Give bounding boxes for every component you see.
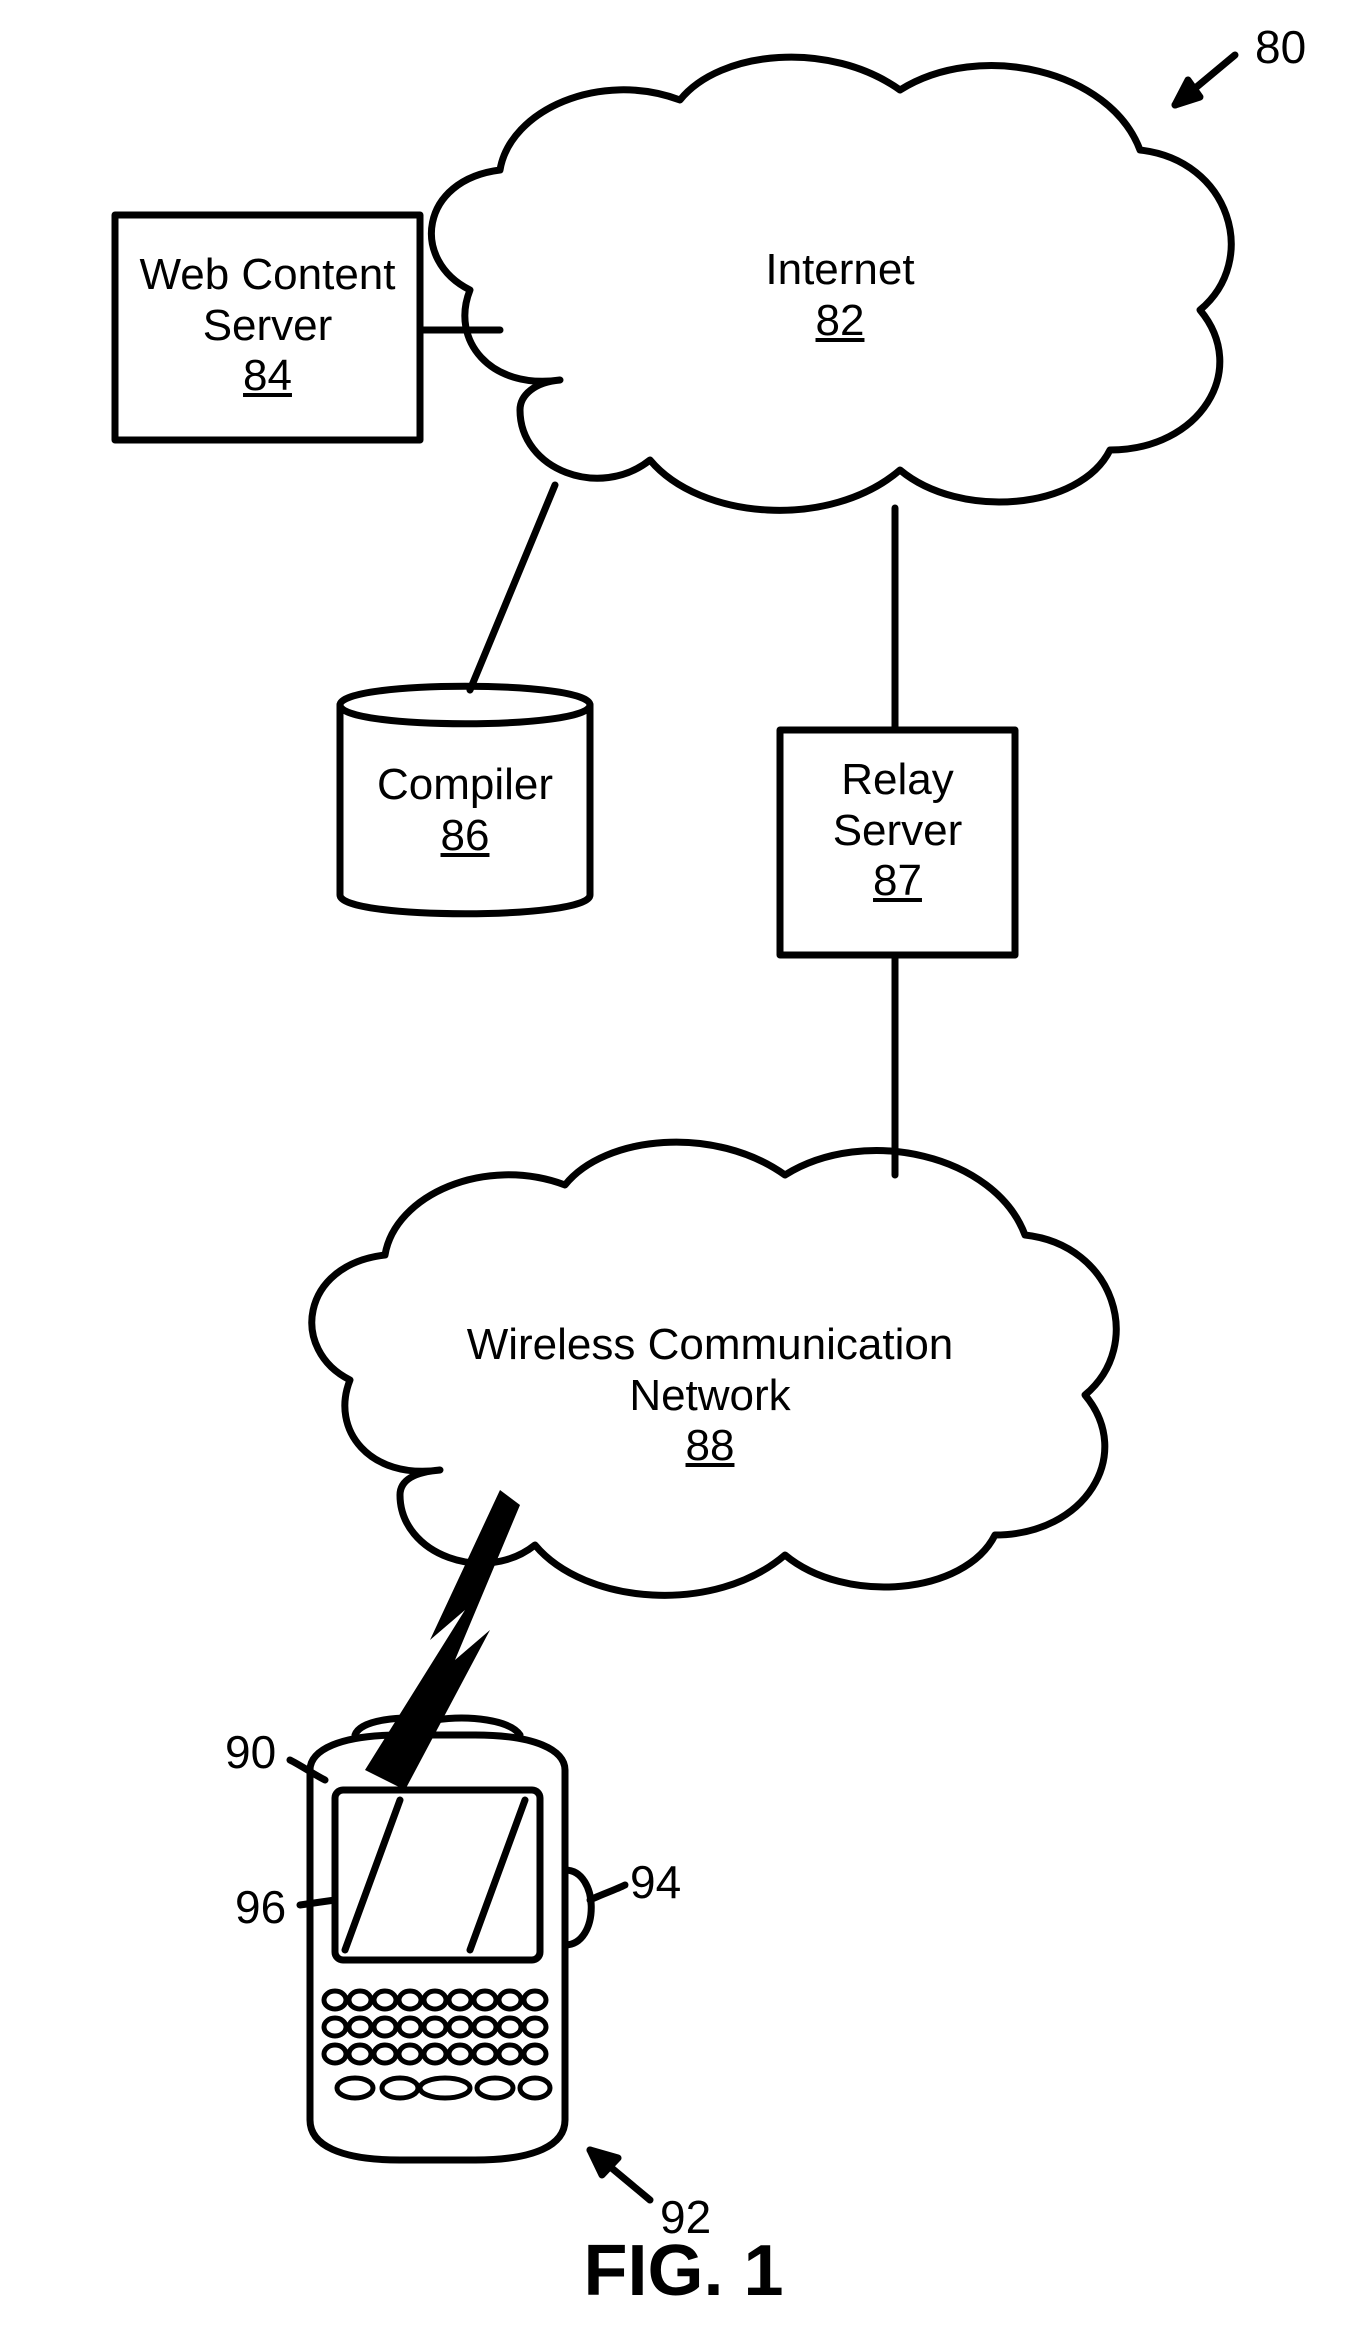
- wireless-signal-icon: [365, 1490, 520, 1790]
- ref-96-leader: [300, 1900, 335, 1905]
- web-content-server-label: Web Content Server 84: [115, 250, 420, 402]
- device-ref-right: 94: [630, 1855, 681, 1909]
- relay-server-title: Relay Server: [780, 755, 1015, 856]
- web-content-server-num: 84: [243, 351, 292, 402]
- system-ref-num: 80: [1255, 20, 1306, 74]
- connector-compiler-internet: [470, 485, 555, 690]
- system-ref-arrow: [1175, 55, 1235, 105]
- wireless-net-title: Wireless Communication Network: [410, 1320, 1010, 1421]
- internet-title: Internet: [640, 245, 1040, 296]
- ref-94-leader: [590, 1885, 625, 1900]
- relay-server-label: Relay Server 87: [780, 755, 1015, 907]
- relay-server-num: 87: [873, 856, 922, 907]
- ref-92-arrow: [590, 2150, 650, 2200]
- device-ref-top: 90: [225, 1725, 276, 1779]
- mobile-device: [310, 1718, 591, 2160]
- compiler-num: 86: [441, 811, 490, 862]
- wireless-net-label: Wireless Communication Network 88: [410, 1320, 1010, 1472]
- device-ref-left: 96: [235, 1880, 286, 1934]
- internet-num: 82: [816, 296, 865, 347]
- wireless-net-num: 88: [686, 1421, 735, 1472]
- compiler-title: Compiler: [340, 760, 590, 811]
- internet-label: Internet 82: [640, 245, 1040, 346]
- figure-canvas: Web Content Server 84 Internet 82 Compil…: [0, 0, 1367, 2332]
- web-content-server-title: Web Content Server: [115, 250, 420, 351]
- compiler-label: Compiler 86: [340, 760, 590, 861]
- figure-caption: FIG. 1: [0, 2230, 1367, 2313]
